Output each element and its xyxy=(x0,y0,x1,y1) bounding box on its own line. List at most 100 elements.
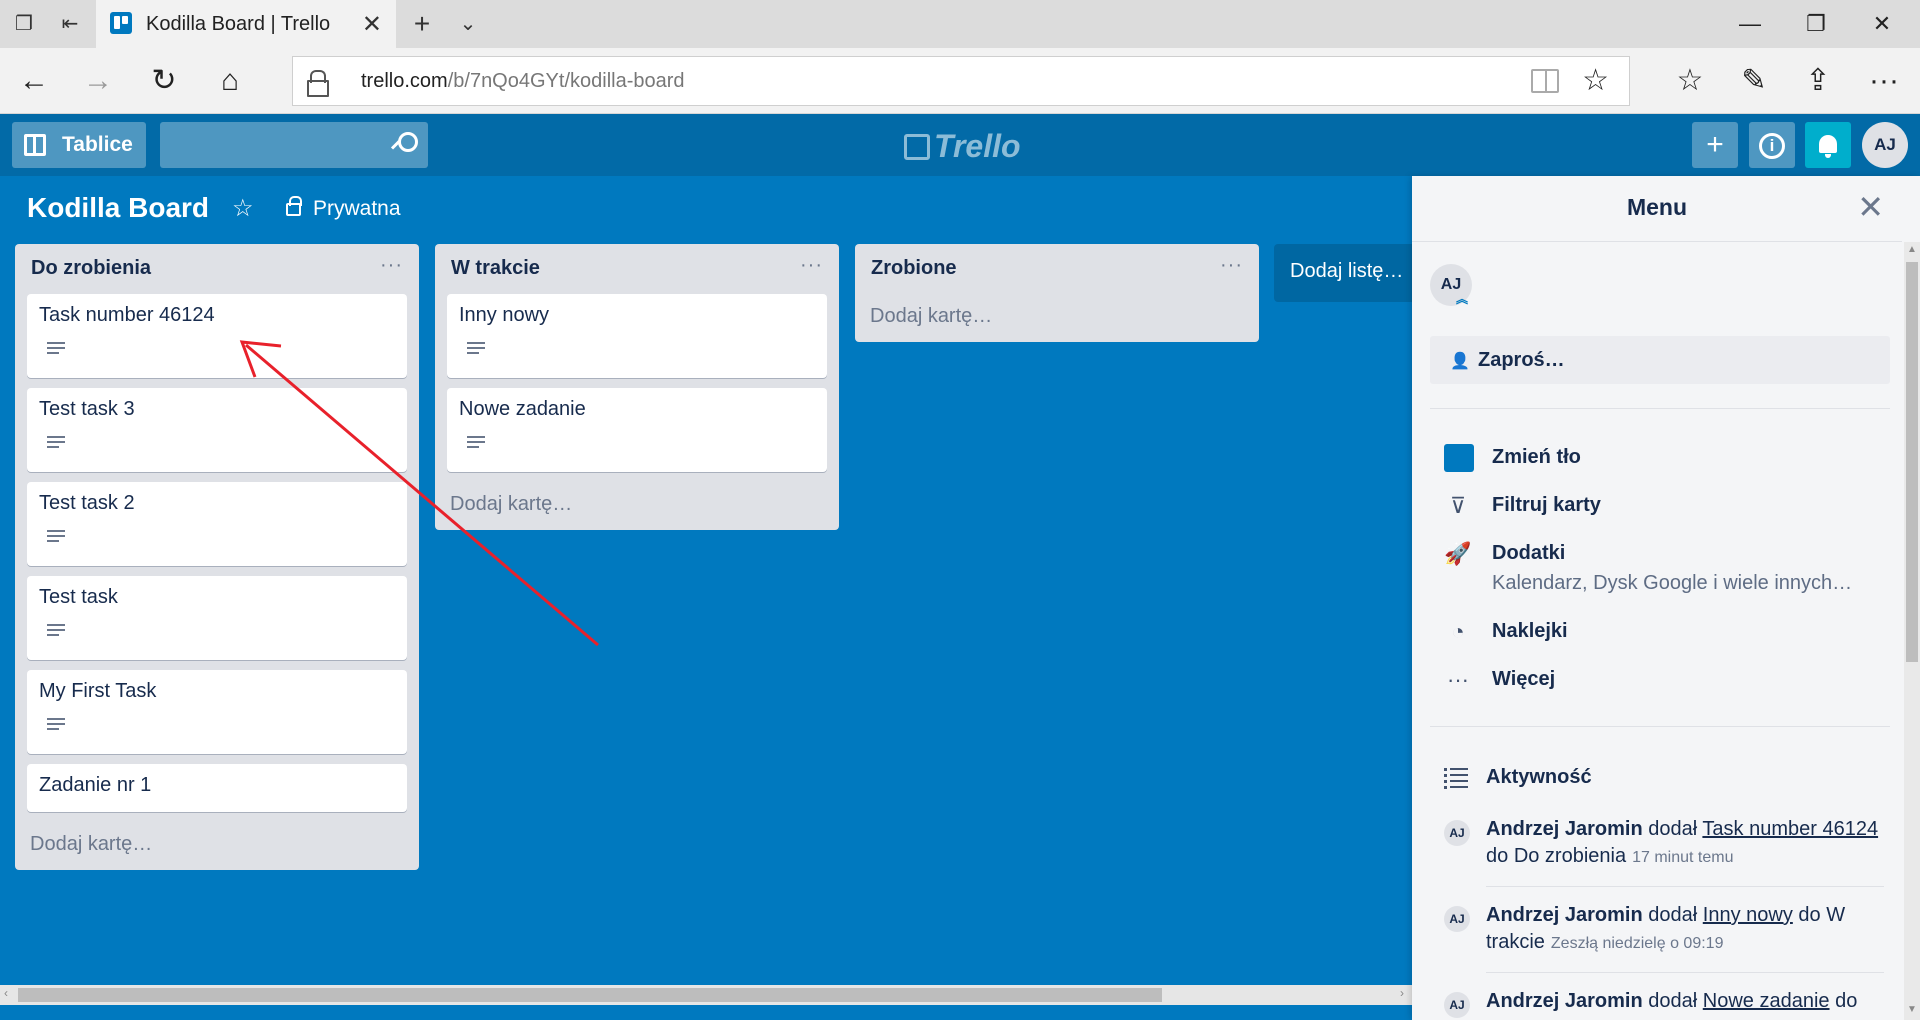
scroll-down-icon[interactable]: ▼ xyxy=(1907,1004,1917,1015)
share-icon[interactable]: ⇪ xyxy=(1798,62,1838,100)
menu-item-label: Więcej xyxy=(1492,668,1556,690)
create-plus-button[interactable]: + xyxy=(1692,122,1738,168)
tab-title: Kodilla Board | Trello xyxy=(146,13,331,35)
description-icon xyxy=(47,530,65,544)
activity-card-link[interactable]: Inny nowy xyxy=(1703,904,1793,926)
stickers-item[interactable]: ◔ Naklejki xyxy=(1412,614,1902,654)
close-window-icon[interactable]: ✕ xyxy=(1862,8,1902,40)
back-arrow-icon[interactable]: ← xyxy=(14,62,54,100)
boards-label: Tablice xyxy=(62,133,133,156)
card[interactable]: Nowe zadanie xyxy=(447,388,827,472)
new-tab-icon[interactable]: + xyxy=(410,10,434,38)
divider xyxy=(1486,972,1884,973)
list-menu-icon[interactable]: ··· xyxy=(380,254,403,277)
restore-window-icon[interactable]: ❐ xyxy=(1796,8,1836,40)
card-title: Task number 46124 xyxy=(39,304,215,326)
browser-tab-bar: ❐ ⇤ Kodilla Board | Trello ✕ + ⌄ — ❐ ✕ xyxy=(0,0,1920,48)
privacy-button[interactable]: Prywatna xyxy=(286,196,401,221)
list-menu-icon[interactable]: ··· xyxy=(1220,254,1243,277)
description-icon xyxy=(47,436,65,450)
scroll-right-icon[interactable]: › xyxy=(1400,986,1404,1000)
filter-icon: ⊽ xyxy=(1449,493,1467,518)
activity-text: Andrzej Jaromin dodał Task number 46124 … xyxy=(1486,818,1879,867)
scrollbar-thumb[interactable] xyxy=(18,988,1162,1002)
list-title[interactable]: Do zrobienia xyxy=(31,257,151,280)
trello-logo[interactable]: Trello xyxy=(904,128,1021,165)
activity-avatar[interactable]: AJ xyxy=(1444,906,1470,932)
user-avatar[interactable]: AJ xyxy=(1862,122,1908,168)
activity-card-link[interactable]: Task number 46124 xyxy=(1702,818,1878,840)
horizontal-scrollbar[interactable]: ‹ › xyxy=(0,985,1412,1005)
filter-cards-item[interactable]: ⊽ Filtruj karty xyxy=(1412,488,1902,528)
activity-time[interactable]: 17 minut temu xyxy=(1632,849,1733,866)
tab-preview-icon[interactable]: ❐ xyxy=(12,12,36,36)
add-card-button[interactable]: Dodaj kartę… xyxy=(435,482,839,530)
card[interactable]: Task number 46124 xyxy=(27,294,407,378)
scroll-left-icon[interactable]: ‹ xyxy=(4,986,8,1000)
minimize-window-icon[interactable]: — xyxy=(1730,8,1770,40)
card[interactable]: My First Task xyxy=(27,670,407,754)
list-header[interactable]: Zrobione ··· xyxy=(855,244,1259,294)
more-settings-icon[interactable]: ··· xyxy=(1864,62,1904,100)
boards-button[interactable]: Tablice xyxy=(12,122,146,168)
card-title: Inny nowy xyxy=(459,304,550,326)
activity-title: Aktywność xyxy=(1486,766,1592,788)
star-board-icon[interactable]: ☆ xyxy=(232,194,254,223)
board-canvas-bottom xyxy=(0,1005,1412,1020)
activity-time[interactable]: Zeszłą niedzielę o 09:19 xyxy=(1551,935,1724,952)
card[interactable]: Zadanie nr 1 xyxy=(27,764,407,812)
add-card-button[interactable]: Dodaj kartę… xyxy=(15,822,419,870)
favorite-star-icon[interactable]: ☆ xyxy=(1582,63,1609,98)
list-header[interactable]: Do zrobienia ··· xyxy=(15,244,419,294)
activity-avatar[interactable]: AJ xyxy=(1444,820,1470,846)
card-title: My First Task xyxy=(39,680,157,702)
powerups-item[interactable]: 🚀 Dodatki Kalendarz, Dysk Google i wiele… xyxy=(1412,536,1902,606)
favorites-list-icon[interactable]: ☆ xyxy=(1670,62,1710,100)
menu-title: Menu xyxy=(1626,194,1688,220)
forward-arrow-icon[interactable]: → xyxy=(78,62,118,100)
change-background-item[interactable]: Zmień tło xyxy=(1412,440,1902,480)
list-title[interactable]: Zrobione xyxy=(871,257,957,280)
board-title[interactable]: Kodilla Board xyxy=(27,192,209,224)
description-icon xyxy=(467,436,485,450)
description-icon xyxy=(47,624,65,638)
list-header[interactable]: W trakcie ··· xyxy=(435,244,839,294)
list-zrobione: Zrobione ··· Dodaj kartę… xyxy=(855,244,1259,342)
card[interactable]: Test task 3 xyxy=(27,388,407,472)
description-icon xyxy=(467,342,485,356)
card[interactable]: Test task xyxy=(27,576,407,660)
tab-close-icon[interactable]: ✕ xyxy=(362,10,382,39)
browser-tab-active[interactable]: Kodilla Board | Trello ✕ xyxy=(96,0,396,48)
close-icon[interactable]: ✕ xyxy=(1857,188,1884,226)
refresh-icon[interactable]: ↻ xyxy=(144,62,184,100)
card-title: Test task 2 xyxy=(39,492,135,514)
lock-icon xyxy=(307,70,329,97)
info-button[interactable]: i xyxy=(1749,122,1795,168)
invite-button[interactable]: 👤 Zaproś… xyxy=(1430,336,1890,384)
list-menu-icon[interactable]: ··· xyxy=(800,254,823,277)
search-icon[interactable] xyxy=(392,132,418,154)
description-icon xyxy=(47,342,65,356)
card[interactable]: Test task 2 xyxy=(27,482,407,566)
activity-avatar[interactable]: AJ xyxy=(1444,992,1470,1018)
address-bar[interactable]: trello.com/b/7nQo4GYt/kodilla-board ☆ xyxy=(292,56,1630,106)
add-list-button[interactable]: Dodaj listę… xyxy=(1274,244,1414,302)
description-icon xyxy=(47,718,65,732)
menu-vertical-scrollbar[interactable]: ▲ ▼ xyxy=(1904,242,1920,1020)
add-card-button[interactable]: Dodaj kartę… xyxy=(855,294,1259,342)
pen-annotate-icon[interactable]: ✎ xyxy=(1734,62,1774,100)
card[interactable]: Inny nowy xyxy=(447,294,827,378)
scrollbar-thumb[interactable] xyxy=(1906,262,1918,662)
scroll-up-icon[interactable]: ▲ xyxy=(1907,244,1917,255)
tab-list-chevron-down-icon[interactable]: ⌄ xyxy=(456,12,480,36)
reading-view-icon[interactable] xyxy=(1531,69,1559,93)
list-title[interactable]: W trakcie xyxy=(451,257,540,280)
menu-item-subtitle: Kalendarz, Dysk Google i wiele innych… xyxy=(1492,572,1853,594)
board-menu-panel: Menu ✕ AJ ︽ 👤 Zaproś… Zmień tło ⊽ Filtru… xyxy=(1412,176,1920,1020)
home-icon[interactable]: ⌂ xyxy=(210,62,250,100)
search-input[interactable] xyxy=(160,122,428,168)
more-item[interactable]: ··· Więcej xyxy=(1412,662,1902,702)
set-aside-tabs-icon[interactable]: ⇤ xyxy=(58,12,82,36)
notifications-button[interactable] xyxy=(1805,122,1851,168)
activity-card-link[interactable]: Nowe zadanie xyxy=(1703,990,1830,1012)
